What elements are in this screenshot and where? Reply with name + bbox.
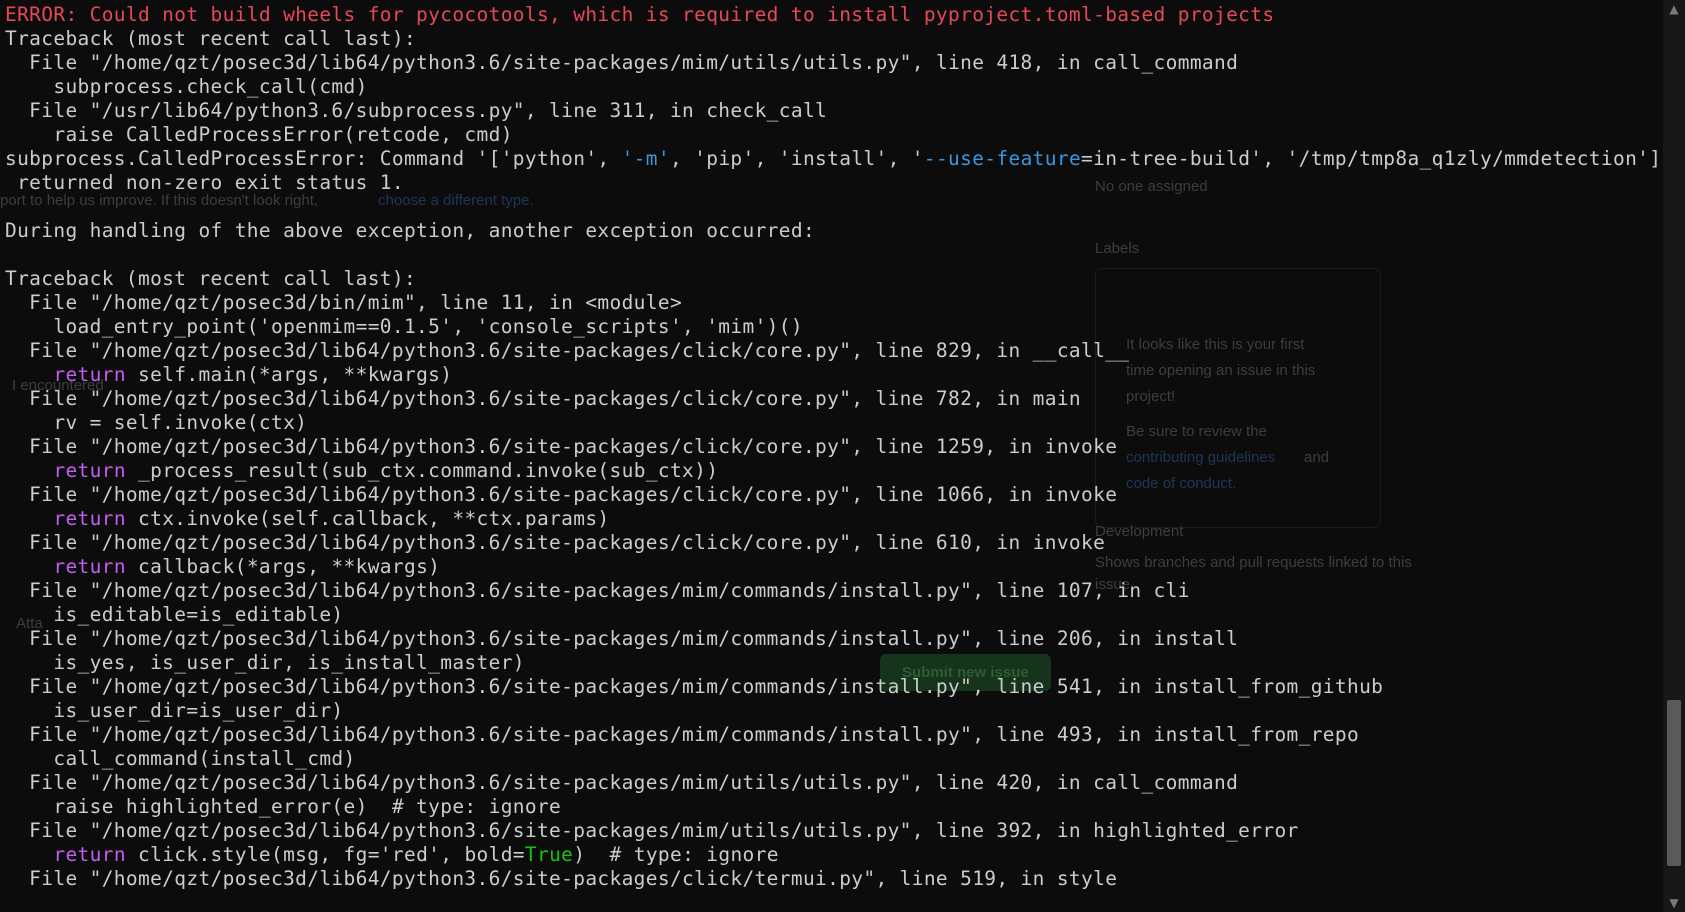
terminal-line: File "/home/qzt/posec3d/lib64/python3.6/…	[5, 51, 1663, 75]
terminal-text: File "/home/qzt/posec3d/lib64/python3.6/…	[5, 387, 1082, 410]
terminal-line: call_command(install_cmd)	[5, 747, 1663, 771]
terminal-line: File "/home/qzt/posec3d/lib64/python3.6/…	[5, 723, 1663, 747]
terminal-text: File "/home/qzt/posec3d/lib64/python3.6/…	[5, 867, 1118, 890]
terminal-text: Traceback (most recent call last):	[5, 267, 417, 290]
terminal-text: is_editable=is_editable)	[5, 603, 344, 626]
terminal-line: Traceback (most recent call last):	[5, 267, 1663, 291]
terminal-text: call_command(install_cmd)	[5, 747, 356, 770]
terminal-text-kw: return	[53, 555, 126, 578]
terminal-text: _process_result(sub_ctx.command.invoke(s…	[125, 459, 719, 482]
terminal-text: File "/home/qzt/posec3d/lib64/python3.6/…	[5, 723, 1360, 746]
terminal-text: File "/home/qzt/posec3d/lib64/python3.6/…	[5, 339, 1130, 362]
terminal-text-kw: return	[53, 363, 126, 386]
terminal-text: is_user_dir=is_user_dir)	[5, 699, 344, 722]
terminal-text: raise highlighted_error(e) # type: ignor…	[5, 795, 562, 818]
terminal-text-blue: --use-feature	[923, 147, 1082, 170]
terminal-window[interactable]: No one assigned Labels It looks like thi…	[0, 0, 1663, 912]
terminal-text: File "/home/qzt/posec3d/lib64/python3.6/…	[5, 531, 1106, 554]
terminal-text: File "/home/qzt/posec3d/bin/mim", line 1…	[5, 291, 683, 314]
terminal-line: Traceback (most recent call last):	[5, 27, 1663, 51]
terminal-text: File "/home/qzt/posec3d/lib64/python3.6/…	[5, 627, 1239, 650]
terminal-text-blue: '-m'	[621, 147, 670, 170]
terminal-text: , 'pip', 'install', '	[669, 147, 924, 170]
terminal-line: File "/home/qzt/posec3d/lib64/python3.6/…	[5, 627, 1663, 651]
terminal-text: rv = self.invoke(ctx)	[5, 411, 308, 434]
scroll-down-arrow-icon[interactable]: ▼	[1663, 894, 1685, 912]
terminal-text: is_yes, is_user_dir, is_install_master)	[5, 651, 525, 674]
terminal-text: File "/home/qzt/posec3d/lib64/python3.6/…	[5, 579, 1190, 602]
terminal-output: ERROR: Could not build wheels for pycoco…	[5, 3, 1663, 891]
terminal-line: is_editable=is_editable)	[5, 603, 1663, 627]
terminal-text: subprocess.check_call(cmd)	[5, 75, 368, 98]
scroll-up-arrow-icon[interactable]: ▲	[1663, 0, 1685, 18]
terminal-line: raise CalledProcessError(retcode, cmd)	[5, 123, 1663, 147]
terminal-line: subprocess.CalledProcessError: Command '…	[5, 147, 1663, 171]
terminal-line: subprocess.check_call(cmd)	[5, 75, 1663, 99]
terminal-text: File "/home/qzt/posec3d/lib64/python3.6/…	[5, 771, 1239, 794]
terminal-text: ) # type: ignore	[573, 843, 779, 866]
terminal-line: return callback(*args, **kwargs)	[5, 555, 1663, 579]
terminal-line: File "/home/qzt/posec3d/lib64/python3.6/…	[5, 435, 1663, 459]
terminal-line: return self.main(*args, **kwargs)	[5, 363, 1663, 387]
terminal-line: returned non-zero exit status 1.	[5, 171, 1663, 195]
terminal-line: File "/home/qzt/posec3d/lib64/python3.6/…	[5, 819, 1663, 843]
terminal-text: =in-tree-build', '/tmp/tmp8a_q1zly/mmdet…	[1081, 147, 1663, 170]
scrollbar-thumb[interactable]	[1667, 699, 1681, 866]
terminal-text: callback(*args, **kwargs)	[125, 555, 441, 578]
terminal-line: During handling of the above exception, …	[5, 219, 1663, 243]
terminal-line: File "/home/qzt/posec3d/lib64/python3.6/…	[5, 387, 1663, 411]
vertical-scrollbar[interactable]: ▲ ▼	[1663, 0, 1685, 912]
terminal-text: load_entry_point('openmim==0.1.5', 'cons…	[5, 315, 803, 338]
terminal-text: self.main(*args, **kwargs)	[125, 363, 453, 386]
terminal-text: subprocess.CalledProcessError: Command '…	[5, 147, 622, 170]
terminal-line: ERROR: Could not build wheels for pycoco…	[5, 3, 1663, 27]
terminal-line: File "/home/qzt/posec3d/lib64/python3.6/…	[5, 675, 1663, 699]
terminal-text-kw: return	[53, 507, 126, 530]
terminal-text: File "/home/qzt/posec3d/lib64/python3.6/…	[5, 51, 1239, 74]
terminal-text: File "/home/qzt/posec3d/lib64/python3.6/…	[5, 675, 1384, 698]
terminal-line: return ctx.invoke(self.callback, **ctx.p…	[5, 507, 1663, 531]
terminal-line: raise highlighted_error(e) # type: ignor…	[5, 795, 1663, 819]
terminal-text: File "/home/qzt/posec3d/lib64/python3.6/…	[5, 435, 1118, 458]
terminal-line: rv = self.invoke(ctx)	[5, 411, 1663, 435]
terminal-text-kw: return	[53, 843, 126, 866]
terminal-text-red: ERROR: Could not build wheels for pycoco…	[5, 3, 1275, 26]
terminal-line: return _process_result(sub_ctx.command.i…	[5, 459, 1663, 483]
terminal-text-kw: return	[53, 459, 126, 482]
terminal-line: File "/home/qzt/posec3d/bin/mim", line 1…	[5, 291, 1663, 315]
terminal-line: is_user_dir=is_user_dir)	[5, 699, 1663, 723]
terminal-text: File "/usr/lib64/python3.6/subprocess.py…	[5, 99, 828, 122]
terminal-text: ctx.invoke(self.callback, **ctx.params)	[125, 507, 610, 530]
terminal-line: File "/home/qzt/posec3d/lib64/python3.6/…	[5, 531, 1663, 555]
terminal-text: During handling of the above exception, …	[5, 219, 816, 242]
terminal-line: File "/home/qzt/posec3d/lib64/python3.6/…	[5, 867, 1663, 891]
terminal-line: File "/home/qzt/posec3d/lib64/python3.6/…	[5, 339, 1663, 363]
terminal-text-green: True	[524, 843, 574, 866]
terminal-text: File "/home/qzt/posec3d/lib64/python3.6/…	[5, 819, 1299, 842]
terminal-line: File "/home/qzt/posec3d/lib64/python3.6/…	[5, 771, 1663, 795]
terminal-text: raise CalledProcessError(retcode, cmd)	[5, 123, 513, 146]
terminal-line: load_entry_point('openmim==0.1.5', 'cons…	[5, 315, 1663, 339]
terminal-line: return click.style(msg, fg='red', bold=T…	[5, 843, 1663, 867]
terminal-text: Traceback (most recent call last):	[5, 27, 417, 50]
terminal-line: File "/usr/lib64/python3.6/subprocess.py…	[5, 99, 1663, 123]
terminal-line: is_yes, is_user_dir, is_install_master)	[5, 651, 1663, 675]
terminal-text: File "/home/qzt/posec3d/lib64/python3.6/…	[5, 483, 1118, 506]
terminal-text: click.style(msg, fg='red', bold=	[125, 843, 525, 866]
terminal-line: File "/home/qzt/posec3d/lib64/python3.6/…	[5, 579, 1663, 603]
terminal-text: returned non-zero exit status 1.	[5, 171, 404, 194]
terminal-line: File "/home/qzt/posec3d/lib64/python3.6/…	[5, 483, 1663, 507]
